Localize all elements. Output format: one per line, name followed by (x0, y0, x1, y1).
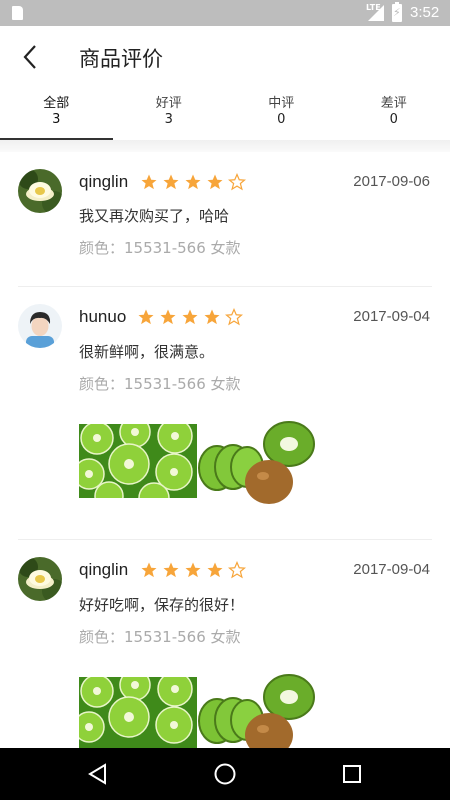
sd-card-icon (12, 6, 23, 20)
review-text: 好好吃啊，保存的很好！ (79, 596, 245, 614)
star-filled-icon (185, 562, 201, 578)
review-username: hunuo (79, 307, 127, 326)
tab-positive[interactable]: 好评 3 (113, 88, 226, 140)
battery-charging-icon: ⚡ (392, 2, 402, 22)
star-empty-icon (228, 173, 246, 191)
tab-count: 0 (389, 112, 398, 127)
nav-recents-button[interactable] (340, 762, 364, 786)
star-filled-icon (138, 309, 154, 325)
back-button[interactable] (16, 40, 50, 74)
star-filled-icon (207, 174, 223, 190)
person-avatar (18, 304, 62, 348)
tab-all[interactable]: 全部 3 (0, 88, 113, 140)
review-list[interactable]: qinglin 2017-09-06 我又再次购买了，哈哈 颜色：15531-5… (0, 152, 450, 748)
star-filled-icon (185, 174, 201, 190)
star-empty-icon (225, 308, 243, 326)
status-time: 3:52 (410, 4, 440, 21)
review-spec: 颜色：15531-566 女款 (79, 239, 241, 257)
flower-avatar (18, 169, 62, 213)
avatar[interactable] (18, 304, 62, 348)
review-text: 我又再次购买了，哈哈 (79, 207, 230, 225)
star-filled-icon (141, 562, 157, 578)
divider (0, 140, 450, 152)
kiwi-slices-photo[interactable] (79, 424, 197, 498)
rating-tabs: 全部 3 好评 3 中评 0 差评 0 (0, 88, 450, 140)
kiwi-slices-photo[interactable] (79, 677, 197, 748)
title-bar: 商品评价 (0, 26, 450, 88)
review-username: qinglin (79, 172, 129, 191)
avatar[interactable] (18, 557, 62, 601)
nav-home-icon (214, 763, 236, 785)
back-arrow-icon (23, 45, 36, 69)
kiwi-halves-photo[interactable] (197, 665, 315, 748)
star-filled-icon (163, 174, 179, 190)
tab-count: 0 (277, 112, 286, 127)
tab-label: 全部 (43, 96, 70, 111)
signal-icon (368, 5, 384, 21)
kiwi-halves-photo[interactable] (197, 412, 315, 508)
avatar[interactable] (18, 169, 62, 213)
star-filled-icon (207, 562, 223, 578)
rating-stars (137, 308, 243, 326)
star-filled-icon (141, 174, 157, 190)
status-bar: LTE ⚡ 3:52 (0, 0, 450, 26)
review-date: 2017-09-06 (353, 173, 430, 190)
tab-label: 差评 (380, 96, 407, 111)
star-empty-icon (228, 561, 246, 579)
nav-back-icon (88, 763, 106, 785)
tab-count: 3 (164, 112, 173, 127)
screen: LTE ⚡ 3:52 商品评价 全部 3 好评 3 中评 0 差评 0 qing… (0, 0, 450, 800)
tab-label: 好评 (155, 96, 182, 111)
review-item: qinglin 2017-09-04 好好吃啊，保存的很好！ 颜色：15531-… (18, 540, 432, 748)
nav-home-button[interactable] (213, 762, 237, 786)
review-date: 2017-09-04 (353, 561, 430, 578)
star-filled-icon (204, 309, 220, 325)
tab-negative[interactable]: 差评 0 (338, 88, 450, 140)
review-item: qinglin 2017-09-06 我又再次购买了，哈哈 颜色：15531-5… (18, 152, 432, 287)
review-spec: 颜色：15531-566 女款 (79, 628, 241, 646)
star-filled-icon (163, 562, 179, 578)
review-item: hunuo 2017-09-04 很新鲜啊，很满意。 颜色：15531-566 … (18, 287, 432, 540)
review-spec: 颜色：15531-566 女款 (79, 375, 241, 393)
star-filled-icon (160, 309, 176, 325)
rating-stars (140, 173, 246, 191)
tab-neutral[interactable]: 中评 0 (225, 88, 338, 140)
rating-stars (140, 561, 246, 579)
star-filled-icon (182, 309, 198, 325)
review-date: 2017-09-04 (353, 308, 430, 325)
system-nav-bar (0, 748, 450, 800)
nav-back-button[interactable] (86, 762, 110, 786)
review-text: 很新鲜啊，很满意。 (79, 343, 215, 361)
tab-label: 中评 (268, 96, 295, 111)
review-username: qinglin (79, 560, 129, 579)
flower-avatar (18, 557, 62, 601)
page-title: 商品评价 (79, 47, 163, 71)
nav-recents-icon (343, 765, 361, 783)
tab-count: 3 (52, 112, 61, 127)
